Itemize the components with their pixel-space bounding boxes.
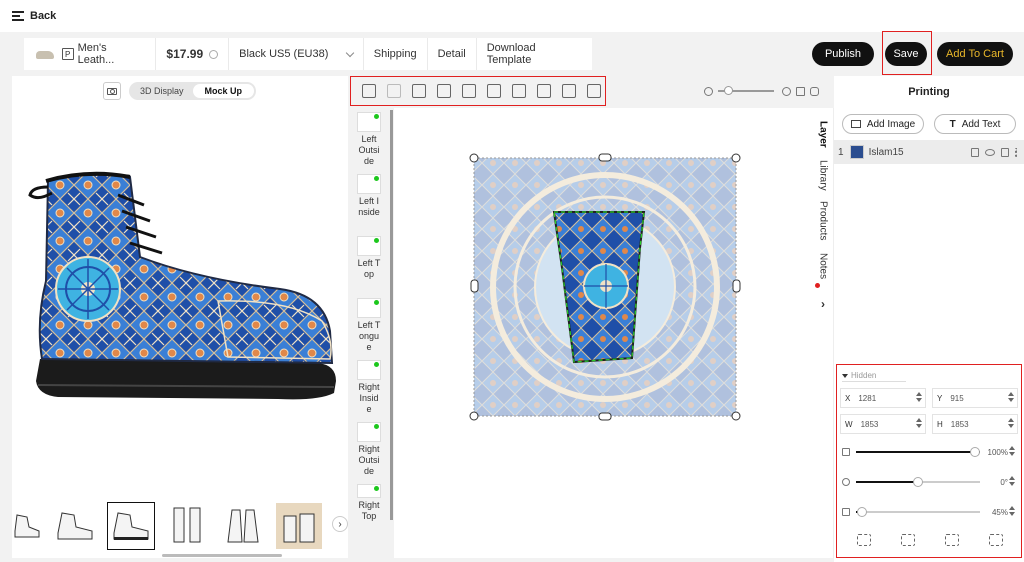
- print-area-item[interactable]: Right Top: [354, 484, 384, 522]
- print-area-thumb: [357, 236, 381, 256]
- print-area-thumb: [357, 112, 381, 132]
- panel-title: Printing: [908, 86, 950, 98]
- tab-mock-up[interactable]: Mock Up: [192, 84, 254, 98]
- product-badge: P: [61, 48, 74, 60]
- camera-icon: [107, 87, 117, 95]
- eye-icon[interactable]: [985, 148, 995, 156]
- print-area-thumb: [357, 174, 381, 194]
- vertical-tabs: Layer Library Products Notes ›: [812, 108, 834, 558]
- download-template-label: Download Template: [486, 42, 536, 66]
- print-area-item[interactable]: Left Inside: [354, 174, 384, 236]
- print-area-label: Left Outside: [358, 134, 380, 166]
- reset-view-icon[interactable]: [796, 86, 805, 96]
- top-bar: Back: [0, 0, 1024, 32]
- zoom-slider-knob[interactable]: [724, 86, 733, 95]
- variant-select[interactable]: Black US5 (EU38): [229, 38, 364, 70]
- trash-icon[interactable]: [971, 147, 979, 157]
- shipping-link[interactable]: Shipping: [364, 38, 428, 70]
- add-text-button[interactable]: T Add Text: [934, 114, 1016, 134]
- boot-preview: [18, 171, 348, 411]
- print-area-item[interactable]: Right Outside: [354, 422, 384, 484]
- canvas-artwork: [469, 153, 741, 421]
- print-area-thumb: [357, 360, 381, 380]
- zoom-in-icon[interactable]: [782, 86, 791, 96]
- mockup-thumb[interactable]: [52, 503, 98, 549]
- price-display: $17.99: [156, 38, 230, 70]
- text-icon: T: [949, 118, 956, 130]
- print-area-label: Left Tongue: [357, 320, 381, 352]
- print-area-thumb: [357, 484, 381, 498]
- print-area-item[interactable]: Left Tongue: [354, 298, 384, 360]
- mockup-thumb[interactable]: [12, 503, 42, 549]
- screenshot-button[interactable]: [103, 82, 121, 100]
- print-area-item[interactable]: Left Top: [354, 236, 384, 298]
- print-area-thumb: [357, 422, 381, 442]
- print-area-label: Right Top: [358, 500, 380, 521]
- detail-link[interactable]: Detail: [428, 38, 477, 70]
- mockup-thumb[interactable]: [276, 503, 322, 549]
- zoom-control: [704, 84, 824, 98]
- shipping-label: Shipping: [373, 48, 417, 60]
- properties-highlight: [836, 364, 1022, 558]
- download-template-link[interactable]: Download Template: [477, 38, 592, 70]
- zoom-slider[interactable]: [718, 86, 774, 95]
- mockup-thumbnails: [12, 500, 348, 552]
- panel-divider[interactable]: [390, 110, 393, 520]
- zoom-out-icon[interactable]: [704, 86, 713, 96]
- variant-value: Black US5 (EU38): [239, 48, 329, 60]
- save-highlight: [882, 31, 932, 75]
- print-area-item[interactable]: Right Inside: [354, 360, 384, 422]
- print-area-label: Right Inside: [358, 382, 380, 414]
- mockup-panel: 3D Display Mock Up ›: [12, 76, 348, 558]
- chevron-down-icon: [345, 48, 355, 57]
- boot-image: [28, 171, 336, 400]
- print-area-label: Left Inside: [358, 196, 380, 217]
- lock-icon[interactable]: [1001, 147, 1009, 157]
- add-text-label: Add Text: [961, 118, 1001, 130]
- layer-name: Islam15: [868, 146, 904, 158]
- mockup-thumb[interactable]: [220, 503, 266, 549]
- tab-notes[interactable]: Notes: [812, 248, 834, 284]
- product-name: Men's Leath...: [77, 42, 115, 66]
- mockup-thumb[interactable]: [164, 503, 210, 549]
- tab-library[interactable]: Library: [812, 154, 834, 196]
- info-icon[interactable]: [209, 49, 219, 59]
- view-toggle: 3D Display Mock Up: [129, 82, 256, 100]
- notes-notification-dot: [815, 283, 820, 288]
- print-area-thumb: [357, 298, 381, 318]
- layer-item[interactable]: 1 Islam15: [834, 140, 1024, 164]
- add-image-label: Add Image: [866, 118, 916, 130]
- product-toolbar: P Men's Leath... $17.99 Black US5 (EU38)…: [24, 38, 592, 70]
- product-selector[interactable]: P Men's Leath...: [24, 38, 157, 70]
- design-canvas[interactable]: [394, 108, 830, 558]
- expand-panel-button[interactable]: ›: [812, 294, 834, 314]
- back-icon[interactable]: [12, 11, 24, 21]
- mockup-thumb-selected[interactable]: [107, 502, 155, 550]
- print-area-label: Right Outside: [358, 444, 380, 476]
- tab-3d-display[interactable]: 3D Display: [131, 84, 193, 98]
- layer-index: 1: [838, 146, 844, 158]
- add-image-button[interactable]: Add Image: [842, 114, 924, 134]
- image-icon: [850, 120, 861, 128]
- publish-button[interactable]: Publish: [812, 42, 874, 66]
- layer-thumbnail: [849, 145, 864, 159]
- toolbar-highlight: [350, 76, 606, 106]
- price: $17.99: [166, 47, 204, 61]
- tab-products[interactable]: Products: [812, 196, 834, 246]
- print-area-label: Left Top: [357, 258, 381, 279]
- print-area-list: Left Outside Left Inside Left Top Left T…: [354, 112, 384, 522]
- add-to-cart-button[interactable]: Add To Cart: [937, 42, 1013, 66]
- print-area-item[interactable]: Left Outside: [354, 112, 384, 174]
- hand-tool-icon[interactable]: [810, 86, 819, 96]
- product-thumbnail: [34, 47, 56, 61]
- detail-label: Detail: [437, 48, 466, 60]
- drag-handle-icon[interactable]: [1015, 147, 1018, 157]
- tab-layer[interactable]: Layer: [812, 114, 834, 154]
- back-button[interactable]: Back: [30, 10, 56, 22]
- thumb-scrollbar[interactable]: [162, 554, 282, 557]
